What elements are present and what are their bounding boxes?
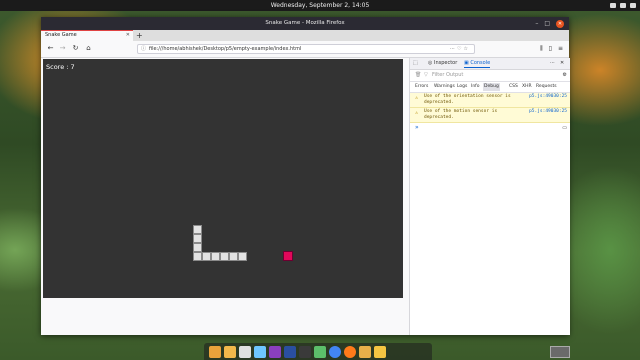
tab-console[interactable]: ▣ Console <box>464 58 491 68</box>
warning-text: Use of the motion sensor is deprecated. <box>424 109 498 120</box>
score-label: Score : 7 <box>46 63 75 71</box>
window-controls: – □ ✕ <box>535 17 564 30</box>
tab-label: Snake Game <box>45 32 77 38</box>
cat-debug[interactable]: Debug <box>483 83 500 91</box>
window-titlebar[interactable]: Snake Game - Mozilla Firefox – □ ✕ <box>41 17 569 30</box>
navigation-bar: ← → ↻ ⌂ ⓘ file:///home/abhishek/Desktop/… <box>41 41 569 58</box>
console-prompt: » <box>415 124 419 131</box>
store-icon[interactable] <box>269 345 281 358</box>
snake-segment <box>220 252 229 261</box>
tab-console-label: Console <box>470 60 491 66</box>
url-text[interactable]: file:///home/abhishek/Desktop/p5/empty-e… <box>149 45 301 53</box>
chrome-icon[interactable] <box>329 345 341 358</box>
cat-warnings[interactable]: Warnings <box>434 82 455 92</box>
sublime-icon[interactable] <box>314 345 326 358</box>
cat-css[interactable]: CSS <box>509 82 518 92</box>
console-warning: ⚠ Use of the motion sensor is deprecated… <box>410 108 570 123</box>
new-tab-icon[interactable]: + <box>136 30 143 41</box>
sidebar-icon[interactable]: ▯ <box>549 43 552 54</box>
warning-icon: ⚠ <box>415 110 419 116</box>
clear-console-icon[interactable]: 🗑 <box>415 70 421 81</box>
snake-segment <box>193 234 202 243</box>
console-warning: ⚠ Use of the orientation sensor is depre… <box>410 93 570 108</box>
snake-segment <box>193 252 202 261</box>
tab-inspector-label: Inspector <box>433 60 458 66</box>
toolbar-right: ⫼ ▯ ≡ <box>540 43 563 54</box>
workspace-thumbnail[interactable] <box>550 346 570 358</box>
files-icon[interactable] <box>209 345 221 358</box>
warning-source-link[interactable]: p5.js:49030:25 <box>529 109 567 115</box>
page-actions[interactable]: ⋯♡☆ <box>450 45 470 53</box>
console-settings-icon[interactable]: ⚙ <box>563 70 567 81</box>
tab-snake-game[interactable]: Snake Game ✕ <box>41 30 133 41</box>
cat-requests[interactable]: Requests <box>536 82 557 92</box>
warning-source-link[interactable]: p5.js:49030:25 <box>529 94 567 100</box>
food-block <box>283 251 293 261</box>
terminal-icon[interactable] <box>299 345 311 358</box>
snake-segment <box>193 243 202 252</box>
tab-inspector[interactable]: ◎ Inspector <box>428 58 457 69</box>
home-icon[interactable]: ⌂ <box>83 43 94 54</box>
library-icon[interactable]: ⫼ <box>540 43 543 54</box>
snake-head <box>238 252 247 261</box>
system-topbar: Wednesday, September 2, 14:05 <box>0 0 640 11</box>
forward-icon[interactable]: → <box>57 43 68 54</box>
firefox-window: Snake Game - Mozilla Firefox – □ ✕ Snake… <box>41 17 570 335</box>
cat-logs[interactable]: Logs <box>457 82 467 92</box>
inspector-icon: ◎ <box>428 60 433 66</box>
dock <box>204 343 432 360</box>
console-icon: ▣ <box>464 60 469 66</box>
filter-input[interactable]: Filter Output <box>432 70 463 81</box>
snake-segment <box>202 252 211 261</box>
color-icon[interactable] <box>254 345 266 358</box>
console-categories: Errors Warnings Logs Info Debug CSS XHR … <box>410 82 570 93</box>
warning-icon: ⚠ <box>415 95 419 101</box>
tab-bar: Snake Game ✕ + <box>41 30 569 41</box>
reload-icon[interactable]: ↻ <box>70 43 81 54</box>
split-console-icon[interactable]: ▭ <box>562 123 567 133</box>
back-icon[interactable]: ← <box>45 43 56 54</box>
firefox-icon[interactable] <box>344 345 356 358</box>
devtools-more-icon[interactable]: ⋯ <box>550 58 555 69</box>
nautilus-icon[interactable] <box>359 345 371 358</box>
volume-icon[interactable] <box>620 3 626 8</box>
folder-icon[interactable] <box>224 345 236 358</box>
trash-icon[interactable] <box>374 345 386 358</box>
console-input[interactable]: » ▭ <box>410 123 570 133</box>
minimize-icon[interactable]: – <box>535 17 538 30</box>
devtools-tabs: ⬚ ◎ Inspector ▣ Console ⋯ ✕ <box>410 58 570 70</box>
cat-xhr[interactable]: XHR <box>522 82 532 92</box>
snake-segment <box>193 225 202 234</box>
tab-close-icon[interactable]: ✕ <box>126 31 130 40</box>
game-canvas[interactable]: Score : 7 <box>43 59 403 298</box>
system-tray[interactable] <box>610 0 636 11</box>
battery-icon[interactable] <box>630 3 636 8</box>
rhythmbox-icon[interactable] <box>239 345 251 358</box>
cat-info[interactable]: Info <box>471 82 480 92</box>
settings-icon[interactable] <box>284 345 296 358</box>
filter-icon: ▽ <box>424 72 428 78</box>
warning-text: Use of the orientation sensor is depreca… <box>424 94 511 105</box>
menu-icon[interactable]: ≡ <box>558 43 563 54</box>
pick-element-icon[interactable]: ⬚ <box>413 58 418 69</box>
close-icon[interactable]: ✕ <box>556 19 564 28</box>
cat-errors[interactable]: Errors <box>415 82 428 92</box>
page-info-icon[interactable]: ⓘ <box>141 45 146 53</box>
snake-segment <box>211 252 220 261</box>
clock[interactable]: Wednesday, September 2, 14:05 <box>271 2 370 9</box>
devtools-panel: ⬚ ◎ Inspector ▣ Console ⋯ ✕ 🗑 ▽ Filter O… <box>409 58 570 335</box>
snake-segment <box>229 252 238 261</box>
page-content: Score : 7 ⬚ ◎ Inspector ▣ Console ⋯ ✕ 🗑 … <box>41 58 570 335</box>
url-bar[interactable]: ⓘ file:///home/abhishek/Desktop/p5/empty… <box>137 44 475 54</box>
maximize-icon[interactable]: □ <box>544 17 550 30</box>
network-icon[interactable] <box>610 3 616 8</box>
window-title: Snake Game - Mozilla Firefox <box>265 20 345 26</box>
console-filter-bar: 🗑 ▽ Filter Output ⚙ <box>410 70 570 82</box>
devtools-close-icon[interactable]: ✕ <box>560 58 564 69</box>
